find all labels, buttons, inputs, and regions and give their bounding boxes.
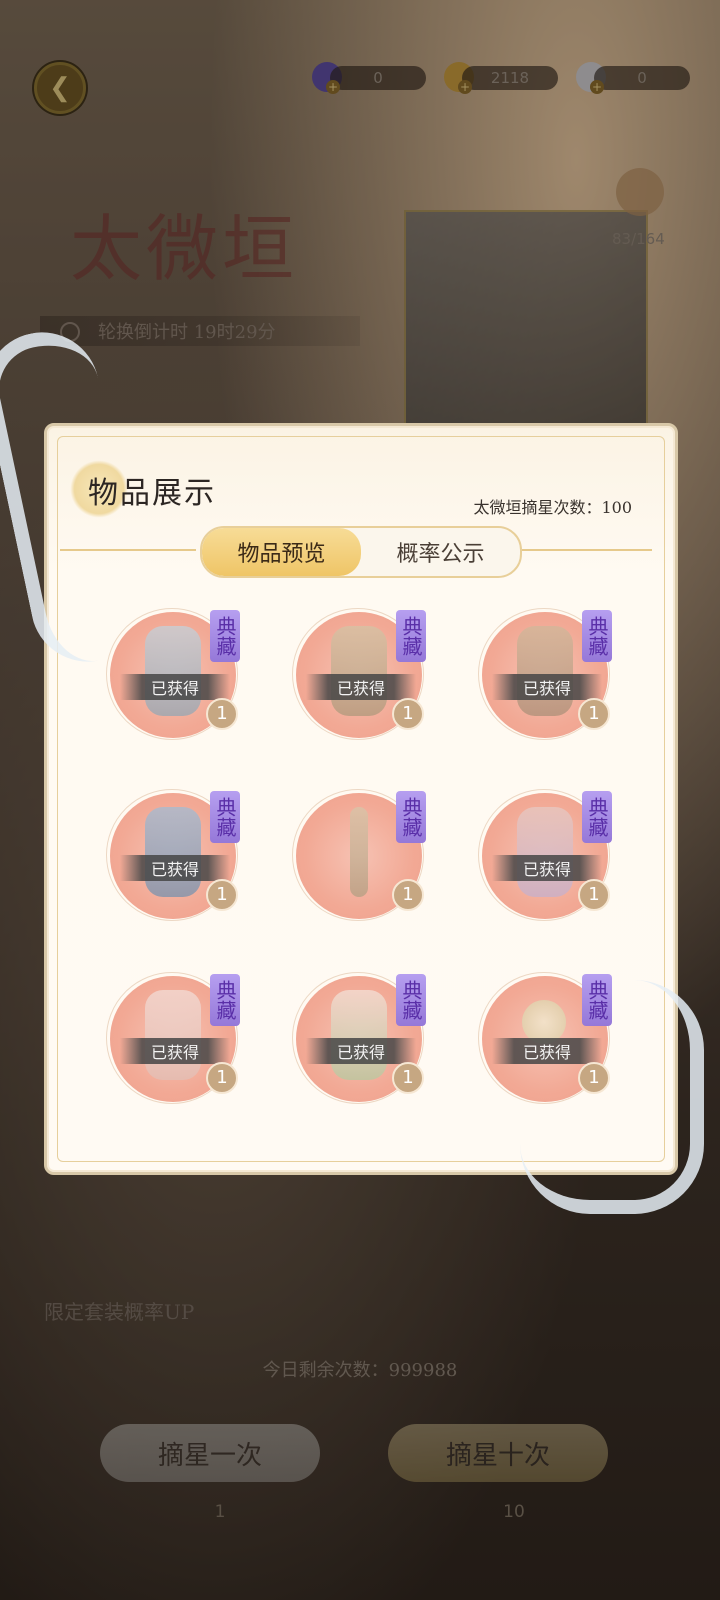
collection-tag: 典藏 bbox=[396, 791, 426, 843]
item-quantity: 1 bbox=[206, 1062, 238, 1094]
collection-tag: 典藏 bbox=[582, 791, 612, 843]
owned-label: 已获得 bbox=[120, 855, 230, 881]
item-slot[interactable]: 典藏 1 bbox=[292, 789, 426, 921]
item-slot[interactable]: 典藏 已获得 1 bbox=[292, 972, 426, 1104]
panel-title: 物品展示 bbox=[88, 476, 216, 511]
collection-tag: 典藏 bbox=[396, 974, 426, 1026]
owned-label: 已获得 bbox=[306, 1038, 416, 1064]
owned-label: 已获得 bbox=[120, 674, 230, 700]
tab-probability[interactable]: 概率公示 bbox=[361, 528, 520, 576]
item-quantity: 1 bbox=[578, 1062, 610, 1094]
item-art bbox=[145, 990, 201, 1080]
owned-label: 已获得 bbox=[492, 674, 602, 700]
item-art bbox=[331, 990, 387, 1080]
item-slot[interactable]: 典藏 已获得 1 bbox=[106, 789, 240, 921]
item-slot[interactable]: 典藏 已获得 1 bbox=[478, 789, 612, 921]
item-slot[interactable]: 典藏 已获得 1 bbox=[478, 972, 612, 1104]
item-art bbox=[331, 626, 387, 716]
item-quantity: 1 bbox=[578, 698, 610, 730]
item-quantity: 1 bbox=[578, 879, 610, 911]
divider bbox=[522, 549, 652, 551]
item-art bbox=[350, 807, 368, 897]
collection-tag: 典藏 bbox=[210, 974, 240, 1026]
owned-label: 已获得 bbox=[306, 674, 416, 700]
divider bbox=[60, 549, 196, 551]
item-art bbox=[517, 807, 573, 897]
star-draw-count: 太微垣摘星次数：100 bbox=[473, 498, 632, 517]
item-art bbox=[517, 626, 573, 716]
owned-label: 已获得 bbox=[492, 1038, 602, 1064]
owned-label: 已获得 bbox=[120, 1038, 230, 1064]
item-quantity: 1 bbox=[206, 698, 238, 730]
collection-tag: 典藏 bbox=[210, 791, 240, 843]
item-slot[interactable]: 典藏 已获得 1 bbox=[106, 608, 240, 740]
item-quantity: 1 bbox=[392, 698, 424, 730]
item-art bbox=[145, 807, 201, 897]
collection-tag: 典藏 bbox=[210, 610, 240, 662]
item-slot[interactable]: 典藏 已获得 1 bbox=[106, 972, 240, 1104]
tab-bar: 物品预览 概率公示 bbox=[200, 526, 522, 578]
item-quantity: 1 bbox=[206, 879, 238, 911]
tab-item-preview[interactable]: 物品预览 bbox=[202, 528, 361, 576]
item-quantity: 1 bbox=[392, 879, 424, 911]
collection-tag: 典藏 bbox=[582, 974, 612, 1026]
item-slot[interactable]: 典藏 已获得 1 bbox=[478, 608, 612, 740]
collection-tag: 典藏 bbox=[396, 610, 426, 662]
owned-label: 已获得 bbox=[492, 855, 602, 881]
item-slot[interactable]: 典藏 已获得 1 bbox=[292, 608, 426, 740]
item-quantity: 1 bbox=[392, 1062, 424, 1094]
collection-tag: 典藏 bbox=[582, 610, 612, 662]
item-art bbox=[145, 626, 201, 716]
